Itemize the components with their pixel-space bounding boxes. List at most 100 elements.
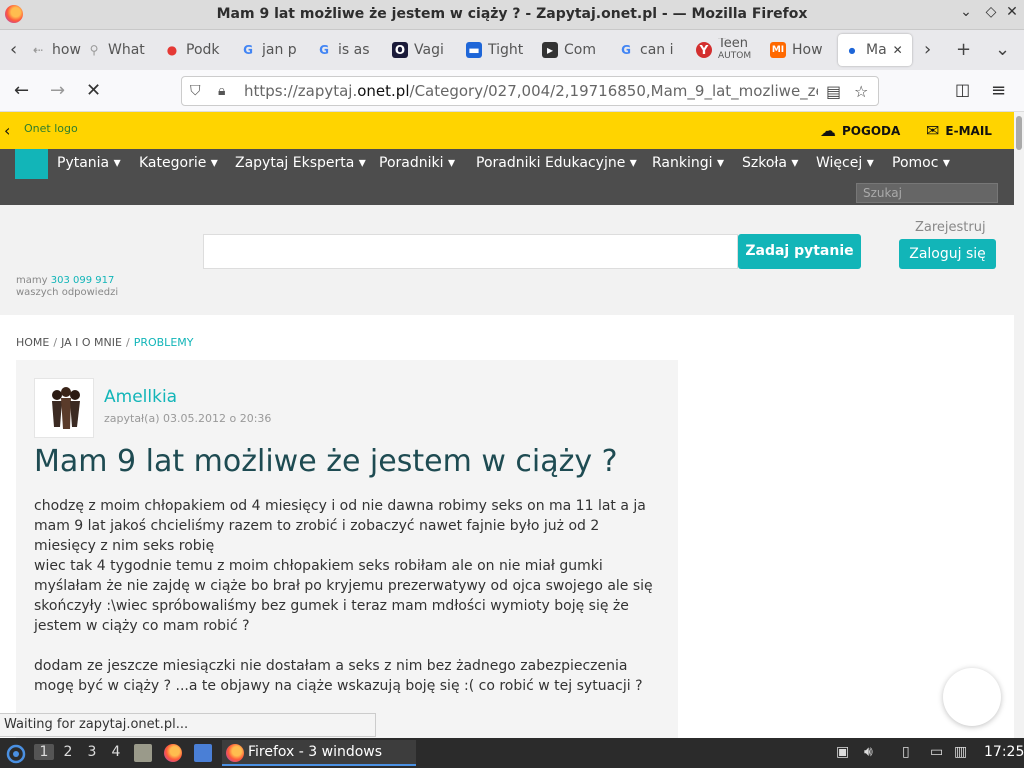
taskbar-window-firefox[interactable]: Firefox - 3 windows <box>222 740 416 766</box>
menu-item-kategorie[interactable]: Kategorie ▾ <box>139 155 218 171</box>
tab-scroll-left-button[interactable]: ‹ <box>10 39 17 60</box>
menu-item-rankingi[interactable]: Rankingi ▾ <box>652 155 724 171</box>
site-main-menu: Pytania ▾ Kategorie ▾ Zapytaj Eksperta ▾… <box>0 149 1014 205</box>
desktop-icon[interactable] <box>194 744 212 762</box>
tab-5[interactable]: O Vagi <box>386 34 462 66</box>
pocket-button[interactable]: ◫ <box>955 80 970 99</box>
volume-icon[interactable]: 🔊︎ <box>864 744 873 760</box>
workspace-3[interactable]: 3 <box>82 744 102 760</box>
question-input[interactable] <box>203 234 738 269</box>
ask-question-button[interactable]: Zadaj pytanie <box>738 234 861 269</box>
tab-label: Teen <box>718 38 748 51</box>
bookmark-star-icon[interactable]: ☆ <box>854 82 868 101</box>
register-link[interactable]: Zarejestruj <box>915 220 986 235</box>
list-all-tabs-button[interactable]: ⌄ <box>995 39 1010 60</box>
forward-button[interactable]: → <box>50 80 65 101</box>
lock-icon[interactable]: 🔒︎ <box>218 83 225 99</box>
chevron-left-icon[interactable]: ‹ <box>4 121 10 140</box>
status-bar: Waiting for zapytaj.onet.pl... <box>0 713 376 737</box>
tab-6[interactable]: ▬ Tight <box>460 34 536 66</box>
answer-stats: mamy 303 099 917 waszych odpowiedzi <box>16 275 118 299</box>
menu-item-wiecej[interactable]: Więcej ▾ <box>816 155 874 171</box>
start-menu-icon[interactable] <box>6 744 26 764</box>
new-tab-button[interactable]: + <box>956 39 971 60</box>
link-icon: ⇠ <box>32 43 44 57</box>
breadcrumb-ja-i-o-mnie[interactable]: JA I O MNIE <box>61 336 122 349</box>
ask-question-area: mamy 303 099 917 waszych odpowiedzi Zada… <box>0 205 1014 315</box>
tab-scroll-right-button[interactable]: › <box>924 39 931 60</box>
breadcrumb-problemy[interactable]: PROBLEMY <box>134 336 194 349</box>
url-text[interactable]: https://zapytaj.onet.pl/Category/027,004… <box>244 82 818 100</box>
tab-label: jan p <box>262 42 297 58</box>
navigation-toolbar: ← → ✕ ⛉ 🔒︎ https://zapytaj.onet.pl/Categ… <box>0 70 1024 112</box>
question-body-line: chodzę z moim chłopakiem od 4 miesięcy i… <box>34 498 646 554</box>
google-icon: G <box>621 43 631 57</box>
stats-prefix: mamy <box>16 275 48 286</box>
close-window-button[interactable]: ✕ <box>1002 4 1022 20</box>
menu-item-poradniki-edukacyjne[interactable]: Poradniki Edukacyjne ▾ <box>476 155 637 171</box>
menu-item-szkola[interactable]: Szkoła ▾ <box>742 155 798 171</box>
back-button[interactable]: ← <box>14 80 29 101</box>
tab-11-active[interactable]: ● Ma ✕ <box>838 34 912 66</box>
onet-logo[interactable]: Onet logo <box>24 122 78 135</box>
tab-label: What <box>108 42 145 58</box>
tab-7[interactable]: ▸ Com <box>536 34 612 66</box>
notes-icon[interactable]: ▯ <box>902 744 910 760</box>
taskbar: 1 2 3 4 Firefox - 3 windows ▣ 🔊︎ ▯ ▭ ▥ 1… <box>0 738 1024 768</box>
tab-label: how <box>52 42 81 58</box>
menu-item-pytania[interactable]: Pytania ▾ <box>57 155 121 171</box>
network-icon[interactable]: ▥ <box>954 744 967 760</box>
onet-top-bar: ‹ Onet logo ☁︎ POGODA ✉︎ E-MAIL <box>0 112 1014 149</box>
site-home-square[interactable] <box>15 149 48 179</box>
tab-8[interactable]: G can i <box>612 34 688 66</box>
tab-1[interactable]: ⚲ What <box>80 34 156 66</box>
workspace-4[interactable]: 4 <box>106 744 126 760</box>
restore-button[interactable]: ◇ <box>981 4 1001 20</box>
question-title: Mam 9 lat możliwe że jestem w ciąży ? <box>34 444 618 479</box>
email-label: E-MAIL <box>945 123 992 138</box>
workspace-1[interactable]: 1 <box>34 744 54 760</box>
close-tab-icon[interactable]: ✕ <box>893 43 903 57</box>
floating-action-button[interactable] <box>943 668 1001 726</box>
clipboard-icon[interactable]: ▣ <box>836 744 849 760</box>
reader-view-icon[interactable]: ▤ <box>826 82 841 101</box>
menu-item-pomoc[interactable]: Pomoc ▾ <box>892 155 950 171</box>
avatar-figures-icon <box>52 387 80 429</box>
maps-icon: ● <box>166 43 178 57</box>
url-path: /Category/027,004/2,19716850,Mam_9_lat_m… <box>409 82 818 100</box>
minimize-button[interactable]: ⌄ <box>956 4 976 20</box>
stats-count: 303 099 917 <box>50 275 115 286</box>
shield-icon[interactable]: ⛉ <box>190 83 201 99</box>
question-date: zapytał(a) 03.05.2012 o 20:36 <box>104 412 272 425</box>
email-link[interactable]: ✉︎ E-MAIL <box>926 121 992 140</box>
tab-label: can i <box>640 42 674 58</box>
workspace-2[interactable]: 2 <box>58 744 78 760</box>
app-menu-button[interactable]: ≡ <box>991 80 1006 101</box>
avatar[interactable] <box>34 378 94 438</box>
tab-label: Podk <box>186 42 220 58</box>
tab-2[interactable]: ● Podk <box>158 34 234 66</box>
url-domain: onet.pl <box>357 82 410 100</box>
weather-link[interactable]: ☁︎ POGODA <box>820 121 900 140</box>
scrollbar-thumb[interactable] <box>1016 116 1022 150</box>
url-prefix: https://zapytaj. <box>244 82 358 100</box>
menu-item-poradniki[interactable]: Poradniki ▾ <box>379 155 455 171</box>
breadcrumb: HOME / JA I O MNIE / PROBLEMY <box>16 336 194 349</box>
tab-3[interactable]: G jan p <box>234 34 310 66</box>
question-author[interactable]: Amellkia <box>104 387 177 407</box>
stop-button[interactable]: ✕ <box>86 80 101 101</box>
breadcrumb-home[interactable]: HOME <box>16 336 49 349</box>
url-bar[interactable]: ⛉ 🔒︎ https://zapytaj.onet.pl/Category/02… <box>181 76 879 106</box>
site-search-input[interactable]: Szukaj <box>856 183 998 203</box>
y-icon: Y <box>696 42 712 58</box>
tab-10[interactable]: MI How <box>764 34 840 66</box>
firefox-launcher-icon[interactable] <box>164 744 182 762</box>
tab-9[interactable]: Y Teen AUTOM <box>690 34 766 66</box>
menu-item-zapytaj-eksperta[interactable]: Zapytaj Eksperta ▾ <box>235 155 366 171</box>
weather-label: POGODA <box>842 123 901 138</box>
file-manager-icon[interactable] <box>134 744 152 762</box>
tab-4[interactable]: G is as <box>310 34 386 66</box>
page-scrollbar[interactable] <box>1014 112 1024 738</box>
display-icon[interactable]: ▭ <box>930 744 943 760</box>
login-button[interactable]: Zaloguj się <box>899 239 996 269</box>
